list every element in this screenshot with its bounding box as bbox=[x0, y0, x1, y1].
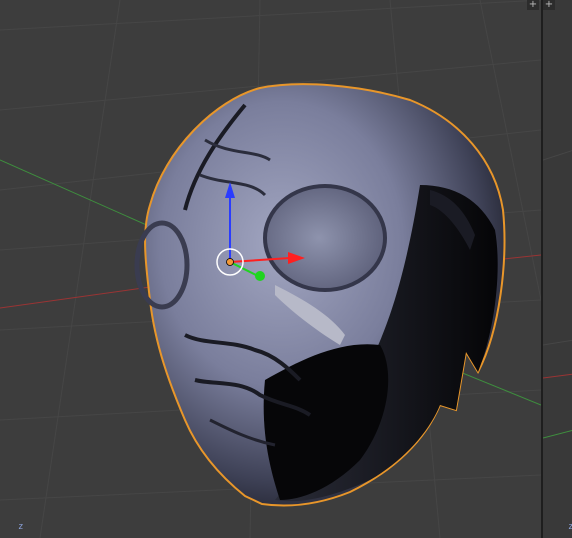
viewport-canvas[interactable] bbox=[0, 0, 541, 538]
axis-indicator-label: z bbox=[18, 522, 24, 532]
pivot-point[interactable] bbox=[226, 258, 234, 266]
adjacent-viewport[interactable]: z bbox=[541, 0, 572, 538]
adjacent-axis-indicator-label: z bbox=[568, 522, 572, 532]
adjacent-viewport-canvas bbox=[543, 150, 572, 439]
split-area-widget-right[interactable]: + bbox=[543, 0, 555, 10]
3d-viewport[interactable]: z bbox=[0, 0, 541, 538]
helmet-mesh[interactable] bbox=[134, 83, 506, 507]
y-axis-line-far bbox=[459, 371, 541, 406]
gizmo-y-handle[interactable] bbox=[255, 271, 265, 281]
right-eye-socket bbox=[263, 184, 387, 292]
split-area-widget-left[interactable]: + bbox=[527, 0, 539, 10]
